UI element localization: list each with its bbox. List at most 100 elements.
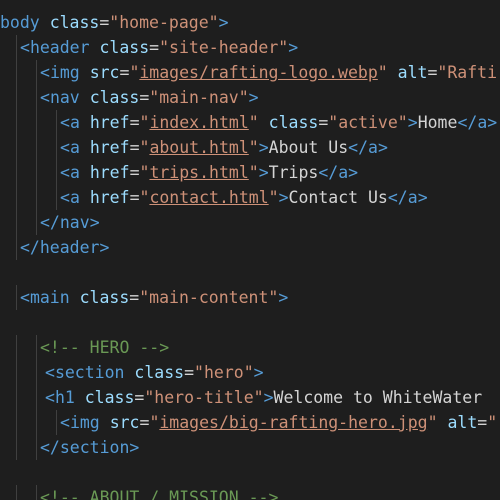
tag-name-token: header	[39, 238, 100, 257]
code-line[interactable]: <h1 class="hero-title">Welcome to WhiteW…	[0, 385, 500, 410]
code-line[interactable]: <img src="images/big-rafting-hero.jpg" a…	[0, 410, 500, 435]
code-line[interactable]: <nav class="main-nav">	[0, 85, 500, 110]
tag-bracket-token: <	[60, 413, 70, 432]
indent-guide	[16, 85, 17, 110]
tag-bracket-token: >	[248, 88, 259, 107]
code-line[interactable]: </section>	[0, 435, 500, 460]
attribute-name-token: class	[84, 388, 135, 407]
tag-bracket-token: >	[89, 213, 100, 232]
attribute-name-token: href	[89, 163, 130, 182]
code-line[interactable]: <main class="main-content">	[0, 285, 500, 310]
attribute-name-token: alt	[397, 63, 428, 82]
comment-token: <!-- ABOUT / MISSION -->	[40, 488, 279, 500]
code-line[interactable]	[0, 310, 500, 335]
code-line[interactable]: <img src="images/rafting-logo.webp" alt=…	[0, 60, 500, 85]
code-line-content: <nav class="main-nav">	[40, 85, 259, 110]
attribute-name-token: src	[109, 413, 140, 432]
tag-name-token: a	[69, 188, 80, 207]
code-line[interactable]: <section class="hero">	[0, 360, 500, 385]
tag-name-token: nav	[49, 88, 80, 107]
tag-bracket-token: </	[20, 238, 40, 257]
indent-guide	[56, 160, 57, 185]
code-line[interactable]: </nav>	[0, 210, 500, 235]
tag-name-token: header	[29, 38, 90, 57]
string-token: "main-nav"	[149, 88, 249, 107]
tag-name-token: section	[54, 363, 125, 382]
indent-guide	[16, 385, 17, 410]
string-token: "	[248, 163, 259, 182]
code-line[interactable]: <a href="about.html">About Us</a>	[0, 135, 500, 160]
indent-guide	[36, 160, 37, 185]
tag-bracket-token: >	[417, 188, 428, 207]
indent-guide	[16, 35, 17, 60]
code-line[interactable]: <!-- HERO -->	[0, 335, 500, 360]
code-line[interactable]: <!-- ABOUT / MISSION -->	[0, 485, 500, 500]
code-line-content: <h1 class="hero-title">Welcome to WhiteW…	[45, 385, 482, 410]
tag-bracket-token: >	[258, 163, 269, 182]
tag-name-token: a	[368, 138, 378, 157]
code-line[interactable]: <a href="trips.html">Trips</a>	[0, 160, 500, 185]
equals-token: =	[129, 188, 140, 207]
equals-token: =	[427, 63, 438, 82]
code-line[interactable]: <a href="contact.html">Contact Us</a>	[0, 185, 500, 210]
equals-token: =	[139, 88, 150, 107]
link-path-token: index.html	[149, 113, 249, 132]
attribute-name-token: class	[268, 113, 319, 132]
tag-bracket-token: <	[60, 163, 70, 182]
attribute-name-token: src	[89, 63, 120, 82]
string-token: "	[268, 188, 279, 207]
code-line-content: <!-- HERO -->	[40, 335, 169, 360]
equals-token: =	[129, 113, 140, 132]
tag-bracket-token: >	[487, 113, 498, 132]
tag-bracket-token: <	[45, 388, 55, 407]
code-editor[interactable]: body class="home-page"> <header class="si…	[0, 0, 500, 500]
code-line-content: <img src="images/rafting-logo.webp" alt=…	[40, 60, 497, 85]
attribute-name-token: class	[49, 13, 100, 32]
tag-name-token: h1	[54, 388, 75, 407]
code-line-content: <a href="about.html">About Us</a>	[60, 135, 388, 160]
attribute-name-token: href	[89, 138, 130, 157]
code-line-content: <section class="hero">	[45, 360, 264, 385]
attribute-name-token: class	[134, 363, 185, 382]
code-line[interactable]	[0, 460, 500, 485]
code-line[interactable]: body class="home-page">	[0, 10, 500, 35]
code-line-content: <header class="site-header">	[20, 35, 298, 60]
tag-name-token: a	[338, 163, 349, 182]
equals-token: =	[119, 63, 130, 82]
indent-guide	[36, 385, 37, 410]
indent-guide	[16, 210, 17, 235]
code-line-content: body class="home-page">	[0, 10, 229, 35]
code-line-content: <a href="trips.html">Trips</a>	[60, 160, 358, 185]
code-line[interactable]: <a href="index.html" class="active">Home…	[0, 110, 500, 135]
indent-guide	[56, 110, 57, 135]
tag-bracket-token: </	[348, 138, 369, 157]
code-line[interactable]: </header>	[0, 235, 500, 260]
indent-guide	[16, 410, 17, 435]
tag-name-token: img	[49, 63, 80, 82]
attribute-name-token: class	[89, 88, 140, 107]
tag-bracket-token: >	[348, 163, 359, 182]
indent-guide	[16, 285, 17, 310]
tag-name-token: a	[477, 113, 488, 132]
code-line[interactable]: <header class="site-header">	[0, 35, 500, 60]
code-line-content: <a href="index.html" class="active">Home…	[60, 110, 497, 135]
code-line[interactable]	[0, 260, 500, 285]
tag-bracket-token: >	[263, 388, 274, 407]
attribute-name-token: class	[79, 288, 130, 307]
indent-guide	[16, 60, 17, 85]
string-token: "hero-title"	[144, 388, 264, 407]
tag-name-token: a	[69, 138, 80, 157]
tag-name-token: body	[0, 13, 40, 32]
string-token: "Rafti	[437, 63, 498, 82]
text-token: Welcome to WhiteWater	[273, 388, 483, 407]
indent-guide	[56, 410, 57, 435]
string-token: "main-content"	[139, 288, 279, 307]
